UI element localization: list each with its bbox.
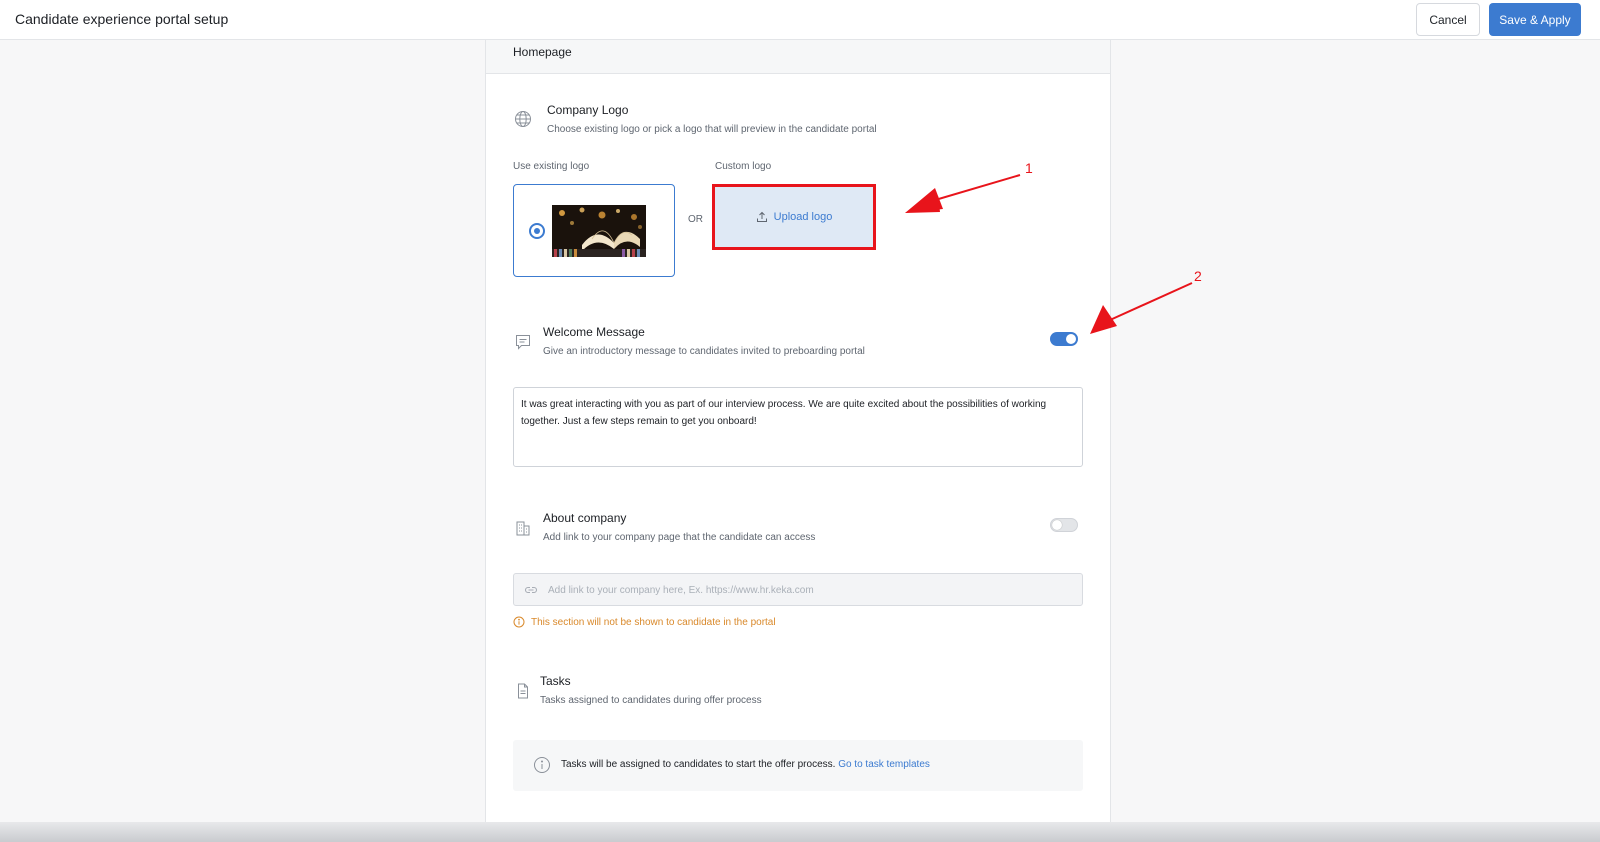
document-icon: [518, 683, 528, 699]
company-logo-subtitle: Choose existing logo or pick a logo that…: [547, 124, 877, 135]
info-icon: [534, 757, 550, 773]
annotation-number-1: 1: [1025, 160, 1033, 176]
welcome-message-subtitle: Give an introductory message to candidat…: [543, 346, 865, 357]
existing-logo-image: [552, 205, 646, 257]
cancel-button[interactable]: Cancel: [1416, 3, 1480, 36]
page-title: Candidate experience portal setup: [15, 11, 229, 27]
existing-logo-label: Use existing logo: [513, 161, 590, 172]
welcome-message-textarea[interactable]: It was great interacting with you as par…: [513, 387, 1083, 467]
company-logo-title: Company Logo: [547, 103, 629, 117]
tasks-title: Tasks: [540, 674, 571, 688]
homepage-panel: Homepage Company Logo Choose existing lo…: [485, 40, 1111, 825]
upload-icon: [756, 211, 767, 222]
about-company-toggle[interactable]: [1050, 518, 1078, 532]
tasks-info-text: Tasks will be assigned to candidates to …: [561, 759, 930, 770]
tasks-subtitle: Tasks assigned to candidates during offe…: [540, 695, 762, 706]
welcome-message-toggle[interactable]: [1050, 332, 1078, 346]
company-link-input[interactable]: [548, 581, 1068, 599]
link-icon: [524, 586, 538, 594]
about-company-subtitle: Add link to your company page that the c…: [543, 532, 816, 543]
or-separator: OR: [688, 214, 703, 225]
tasks-info-box: Tasks will be assigned to candidates to …: [513, 740, 1083, 791]
panel-header: Homepage: [486, 40, 1110, 74]
message-icon: [516, 335, 530, 350]
company-link-field[interactable]: [513, 573, 1083, 606]
panel-heading: Homepage: [513, 45, 572, 59]
annotation-number-2: 2: [1194, 268, 1202, 284]
upload-logo-label: Upload logo: [773, 211, 833, 223]
about-company-title: About company: [543, 511, 627, 525]
welcome-message-title: Welcome Message: [543, 325, 645, 339]
existing-logo-option[interactable]: [513, 184, 675, 277]
custom-logo-label: Custom logo: [715, 161, 772, 172]
bottom-shadow: [0, 822, 1600, 842]
about-company-warning: This section will not be shown to candid…: [513, 616, 776, 628]
existing-logo-radio[interactable]: [529, 223, 545, 239]
warning-text: This section will not be shown to candid…: [531, 616, 776, 628]
info-circle-icon: [513, 616, 525, 628]
save-apply-button[interactable]: Save & Apply: [1489, 3, 1581, 36]
upload-logo-button[interactable]: Upload logo: [712, 184, 876, 250]
building-icon: [516, 521, 530, 536]
top-bar: Candidate experience portal setup Cancel…: [0, 0, 1600, 40]
tasks-info-message: Tasks will be assigned to candidates to …: [561, 759, 836, 770]
globe-icon: [515, 111, 531, 127]
go-to-task-templates-link[interactable]: Go to task templates: [838, 759, 930, 770]
